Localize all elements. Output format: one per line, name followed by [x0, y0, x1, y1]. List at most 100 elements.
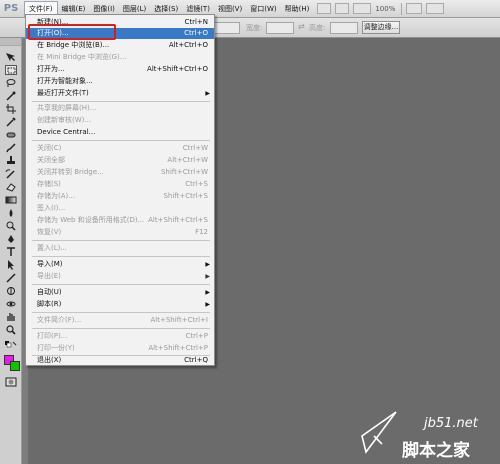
menu-item-close-all[interactable]: 关闭全部 Alt+Ctrl+W — [26, 155, 214, 166]
menu-item-shortcut: Ctrl+P — [185, 332, 208, 340]
lasso-tool-icon[interactable] — [5, 78, 17, 88]
menu-item-close-and-go-to-bridge[interactable]: 关闭并转到 Bridge... Shift+Ctrl+W — [26, 167, 214, 178]
eraser-tool-icon[interactable] — [5, 182, 17, 192]
menu-item-shortcut: Alt+Shift+Ctrl+P — [148, 344, 208, 352]
menu-item-browse-in-mini-bridge[interactable]: 在 Mini Bridge 中浏览(G)... — [26, 52, 214, 63]
history-brush-tool-icon[interactable] — [5, 169, 17, 179]
submenu-arrow-icon: ▶ — [205, 289, 210, 296]
menu-separator — [32, 284, 210, 285]
marquee-tool-icon[interactable] — [5, 65, 17, 75]
eyedropper-tool-icon[interactable] — [5, 117, 17, 127]
refine-edge-button[interactable]: 调整边缘... — [362, 21, 400, 34]
menu-item-shortcut: Ctrl+O — [184, 29, 208, 37]
submenu-arrow-icon: ▶ — [205, 273, 210, 280]
menu-item-file-info[interactable]: 文件简介(F)... Alt+Shift+Ctrl+I — [26, 315, 214, 326]
menu-item-label: 导出(E) — [37, 272, 61, 280]
photoshop-logo: PS — [3, 2, 19, 14]
view-extras-dropdown[interactable] — [353, 3, 372, 14]
line-tool-icon[interactable] — [5, 273, 17, 283]
healing-brush-tool-icon[interactable] — [5, 130, 17, 140]
menu-separator — [32, 101, 210, 102]
menu-item-share-my-screen[interactable]: 共享我的屏幕(H)... — [26, 103, 214, 114]
background-color-swatch[interactable] — [10, 361, 20, 371]
width-field[interactable] — [266, 22, 294, 34]
mini-bridge-button[interactable] — [335, 3, 350, 14]
menu-item-label: 文件简介(F)... — [37, 316, 82, 324]
menu-view[interactable]: 视图(V) — [214, 1, 246, 17]
menu-separator — [32, 328, 210, 329]
menu-item-label: 创建新审核(W)... — [37, 116, 92, 124]
menu-item-label: 退出(X) — [37, 356, 62, 364]
menu-item-shortcut: F12 — [195, 228, 208, 236]
menu-item-open-as[interactable]: 打开为... Alt+Shift+Ctrl+O — [26, 64, 214, 75]
file-menu-dropdown: 新建(N)... Ctrl+N 打开(O)... Ctrl+O 在 Bridge… — [25, 14, 215, 366]
clone-stamp-tool-icon[interactable] — [5, 156, 17, 166]
menu-item-shortcut: Ctrl+W — [182, 144, 208, 152]
menu-item-label: 最近打开文件(T) — [37, 89, 89, 97]
menu-item-label: 关闭(C) — [37, 144, 62, 152]
menu-separator — [32, 312, 210, 313]
zoom-level[interactable]: 100% — [375, 5, 395, 13]
menu-item-save-as[interactable]: 存储为(A)... Shift+Ctrl+S — [26, 191, 214, 202]
3d-rotate-tool-icon[interactable] — [5, 286, 17, 296]
menu-item-shortcut: Alt+Ctrl+O — [168, 41, 208, 49]
swap-arrows-icon[interactable]: ⇄ — [298, 22, 305, 31]
type-tool-icon[interactable] — [5, 247, 17, 257]
menu-item-shortcut: Alt+Shift+Ctrl+I — [150, 316, 208, 324]
screen-mode-button[interactable] — [426, 3, 445, 14]
menu-item-print[interactable]: 打印(P)... Ctrl+P — [26, 331, 214, 342]
menu-item-label: 恢复(V) — [37, 228, 62, 236]
menu-separator — [32, 240, 210, 241]
menu-item-scripts[interactable]: 脚本(R) ▶ — [26, 299, 214, 310]
menu-item-label: 打开为智能对象... — [37, 77, 93, 85]
width-label: 宽度: — [246, 24, 263, 32]
annotation-highlight-frame — [28, 24, 116, 40]
menu-item-print-one-copy[interactable]: 打印一份(Y) Alt+Shift+Ctrl+P — [26, 343, 214, 354]
menu-item-create-new-review[interactable]: 创建新审核(W)... — [26, 115, 214, 126]
menu-item-automate[interactable]: 自动(U) ▶ — [26, 287, 214, 298]
crop-tool-icon[interactable] — [5, 104, 17, 114]
menu-item-place[interactable]: 置入(L)... — [26, 243, 214, 254]
menu-item-label: 存储(S) — [37, 180, 61, 188]
menu-item-recent-files[interactable]: 最近打开文件(T) ▶ — [26, 88, 214, 99]
menu-item-shortcut: Ctrl+Q — [184, 356, 208, 364]
menu-item-revert[interactable]: 恢复(V) F12 — [26, 227, 214, 238]
gradient-tool-icon[interactable] — [5, 195, 17, 205]
quick-selection-tool-icon[interactable] — [5, 91, 17, 101]
dodge-tool-icon[interactable] — [5, 221, 17, 231]
menu-item-exit[interactable]: 退出(X) Ctrl+Q — [26, 355, 214, 366]
menu-item-label: 置入(L)... — [37, 244, 68, 252]
menu-item-label: 在 Mini Bridge 中浏览(G)... — [37, 53, 127, 61]
menu-window[interactable]: 窗口(W) — [246, 1, 280, 17]
tools-panel — [0, 38, 22, 464]
arrange-documents-button[interactable] — [406, 3, 423, 14]
hand-tool-icon[interactable] — [5, 312, 17, 322]
menu-item-label: 导入(M) — [37, 260, 63, 268]
brush-tool-icon[interactable] — [5, 143, 17, 153]
move-tool-icon[interactable] — [5, 52, 17, 62]
menu-item-save[interactable]: 存储(S) Ctrl+S — [26, 179, 214, 190]
menu-item-save-for-web[interactable]: 存储为 Web 和设备所用格式(D)... Alt+Shift+Ctrl+S — [26, 215, 214, 226]
path-selection-tool-icon[interactable] — [5, 260, 17, 270]
quick-mask-icon[interactable] — [5, 377, 17, 387]
menu-item-label: 在 Bridge 中浏览(B)... — [37, 41, 110, 49]
menu-item-browse-in-bridge[interactable]: 在 Bridge 中浏览(B)... Alt+Ctrl+O — [26, 40, 214, 51]
height-field[interactable] — [330, 22, 358, 34]
default-colors-icon[interactable] — [5, 341, 17, 351]
menu-bar-divider — [401, 2, 403, 15]
menu-item-shortcut: Shift+Ctrl+W — [160, 168, 208, 176]
menu-item-close[interactable]: 关闭(C) Ctrl+W — [26, 143, 214, 154]
menu-item-label: Device Central... — [37, 128, 96, 136]
zoom-tool-icon[interactable] — [5, 325, 17, 335]
menu-item-open-as-smart-object[interactable]: 打开为智能对象... — [26, 76, 214, 87]
menu-item-check-in[interactable]: 签入(I)... — [26, 203, 214, 214]
pen-tool-icon[interactable] — [5, 234, 17, 244]
menu-help[interactable]: 帮助(H) — [281, 1, 314, 17]
menu-item-device-central[interactable]: Device Central... — [26, 127, 214, 138]
tools-panel-grip[interactable] — [0, 38, 21, 46]
menu-item-export[interactable]: 导出(E) ▶ — [26, 271, 214, 282]
blur-tool-icon[interactable] — [5, 208, 17, 218]
bridge-button[interactable] — [317, 3, 332, 14]
3d-orbit-tool-icon[interactable] — [5, 299, 17, 309]
menu-item-import[interactable]: 导入(M) ▶ — [26, 259, 214, 270]
